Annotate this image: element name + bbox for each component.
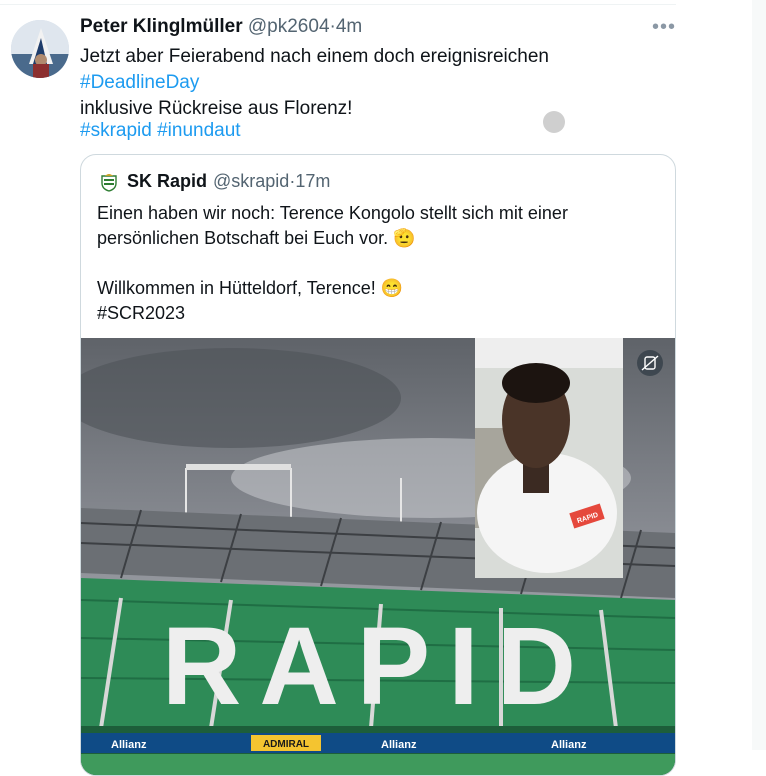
quoted-text-line3: Willkommen in Hütteldorf, Terence! 😁 <box>97 278 404 298</box>
quoted-tweet-time[interactable]: 17m <box>295 171 330 192</box>
tweet-time[interactable]: 4m <box>336 16 362 37</box>
ad-board-4: Allianz <box>551 739 587 751</box>
hashtag-inundaut[interactable]: #inundaut <box>157 120 240 141</box>
quoted-tweet-video[interactable]: RAPID Allianz ADMIRAL Allianz Allianz RA… <box>81 338 675 775</box>
tweet-hashtags: #skrapid #inundaut <box>80 120 241 142</box>
ad-board-1: Allianz <box>111 739 147 751</box>
rapid-logo-icon <box>101 173 117 192</box>
player-inset: RAPID <box>475 338 623 578</box>
stand-seat-letters: RAPID <box>162 605 594 728</box>
author-name[interactable]: Peter Klinglmüller <box>80 16 243 37</box>
gif-badge-icon[interactable] <box>637 350 663 376</box>
ad-board-3: Allianz <box>381 739 417 751</box>
tweet-text-line1: Jetzt aber Feierabend nach einem doch er… <box>80 46 549 67</box>
quoted-tweet-header: SK Rapid @skrapid · 17m <box>99 171 330 192</box>
right-column-edge <box>752 0 766 750</box>
avatar-image <box>11 20 69 78</box>
avatar[interactable] <box>11 20 69 78</box>
quoted-tweet-card[interactable]: SK Rapid @skrapid · 17m Einen haben wir no… <box>80 154 676 776</box>
more-horizontal-icon[interactable]: ••• <box>652 16 676 39</box>
tweet-text-line2: inklusive Rückreise aus Florenz! <box>80 98 353 119</box>
video-frame-stadium: RAPID Allianz ADMIRAL Allianz Allianz RA… <box>81 338 675 775</box>
hashtag-deadlineday[interactable]: #DeadlineDay <box>80 72 199 93</box>
touch-indicator <box>543 111 565 133</box>
ad-board-2: ADMIRAL <box>263 739 309 750</box>
quoted-tweet-text: Einen haben wir noch: Terence Kongolo st… <box>97 201 657 326</box>
hashtag-skrapid[interactable]: #skrapid <box>80 120 152 141</box>
quoted-text-line1: Einen haben wir noch: Terence Kongolo st… <box>97 203 568 223</box>
quoted-text-line2: persönlichen Botschaft bei Euch vor. 🫡 <box>97 228 416 248</box>
tweet-text: Jetzt aber Feierabend nach einem doch er… <box>80 44 670 122</box>
quoted-author-handle[interactable]: @skrapid <box>213 171 289 192</box>
top-divider <box>0 4 676 5</box>
quoted-author-name[interactable]: SK Rapid <box>127 171 207 192</box>
tweet-header: Peter Klinglmüller @pk2604·4m <box>80 16 362 38</box>
author-handle[interactable]: @pk2604 <box>248 16 330 37</box>
quoted-text-line4[interactable]: #SCR2023 <box>97 301 657 326</box>
